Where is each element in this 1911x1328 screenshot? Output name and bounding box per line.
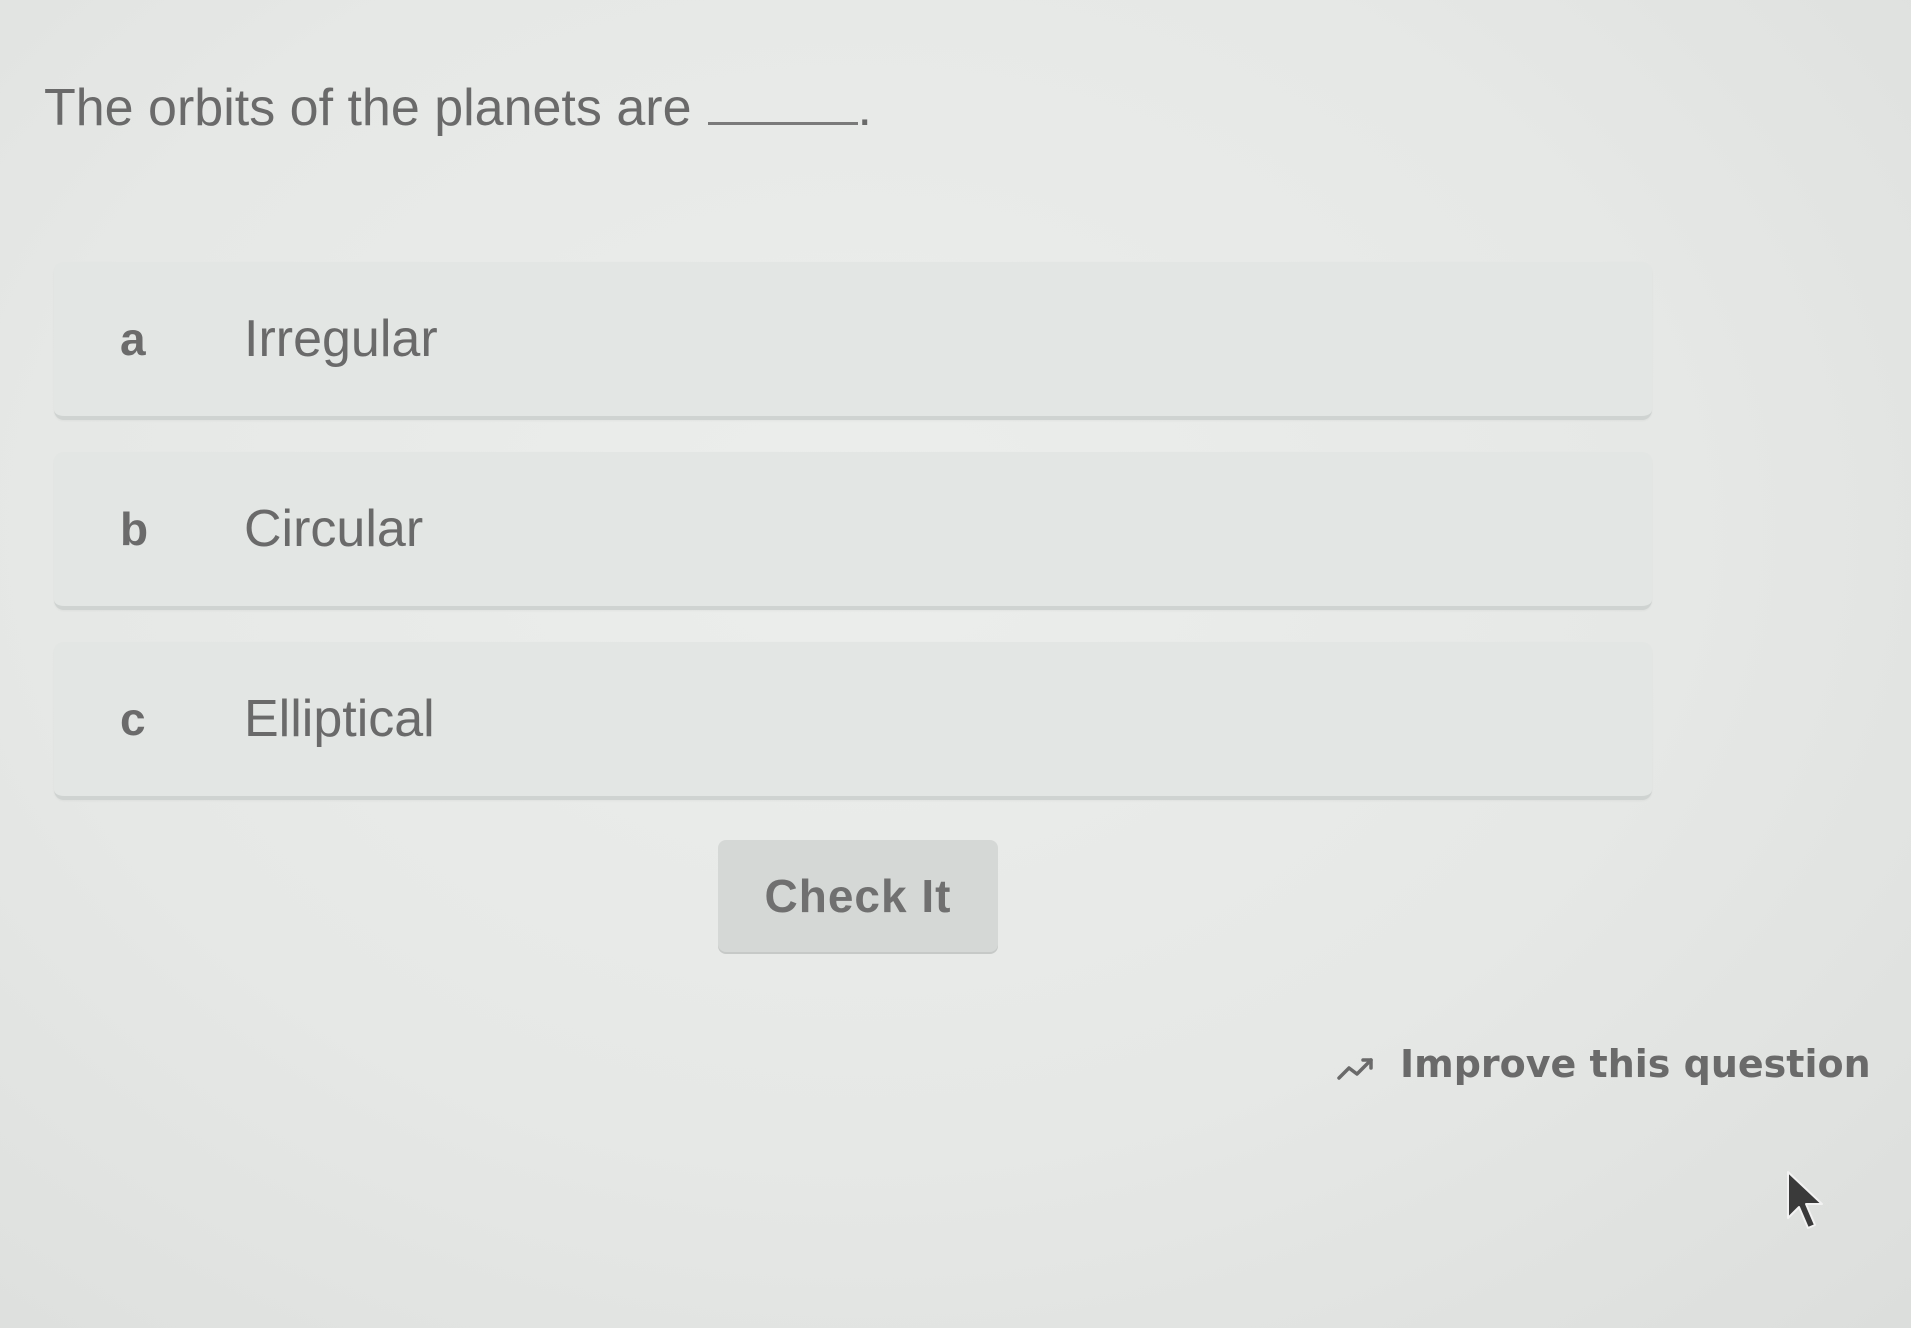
option-a[interactable]: a Irregular [54,262,1652,420]
option-letter: b [120,503,149,555]
option-b[interactable]: b Circular [54,452,1652,610]
option-letter: c [120,693,146,745]
option-label: Circular [244,500,424,558]
answer-options: a Irregular b Circular c Elliptical [54,262,1652,832]
question-prompt: The orbits of the planets are [44,79,692,137]
improve-question-link[interactable]: Improve this question [1336,1042,1871,1086]
answer-blank [707,82,858,125]
mouse-pointer-icon [1784,1170,1828,1232]
check-it-button[interactable]: Check It [718,840,998,952]
option-c[interactable]: c Elliptical [54,642,1652,800]
option-label: Elliptical [244,690,435,748]
improve-question-label: Improve this question [1400,1042,1871,1086]
option-letter: a [120,313,146,365]
question-period: . [857,79,872,137]
trending-line-icon [1336,1049,1382,1080]
question-text: The orbits of the planets are. [44,78,872,138]
option-label: Irregular [244,310,438,368]
